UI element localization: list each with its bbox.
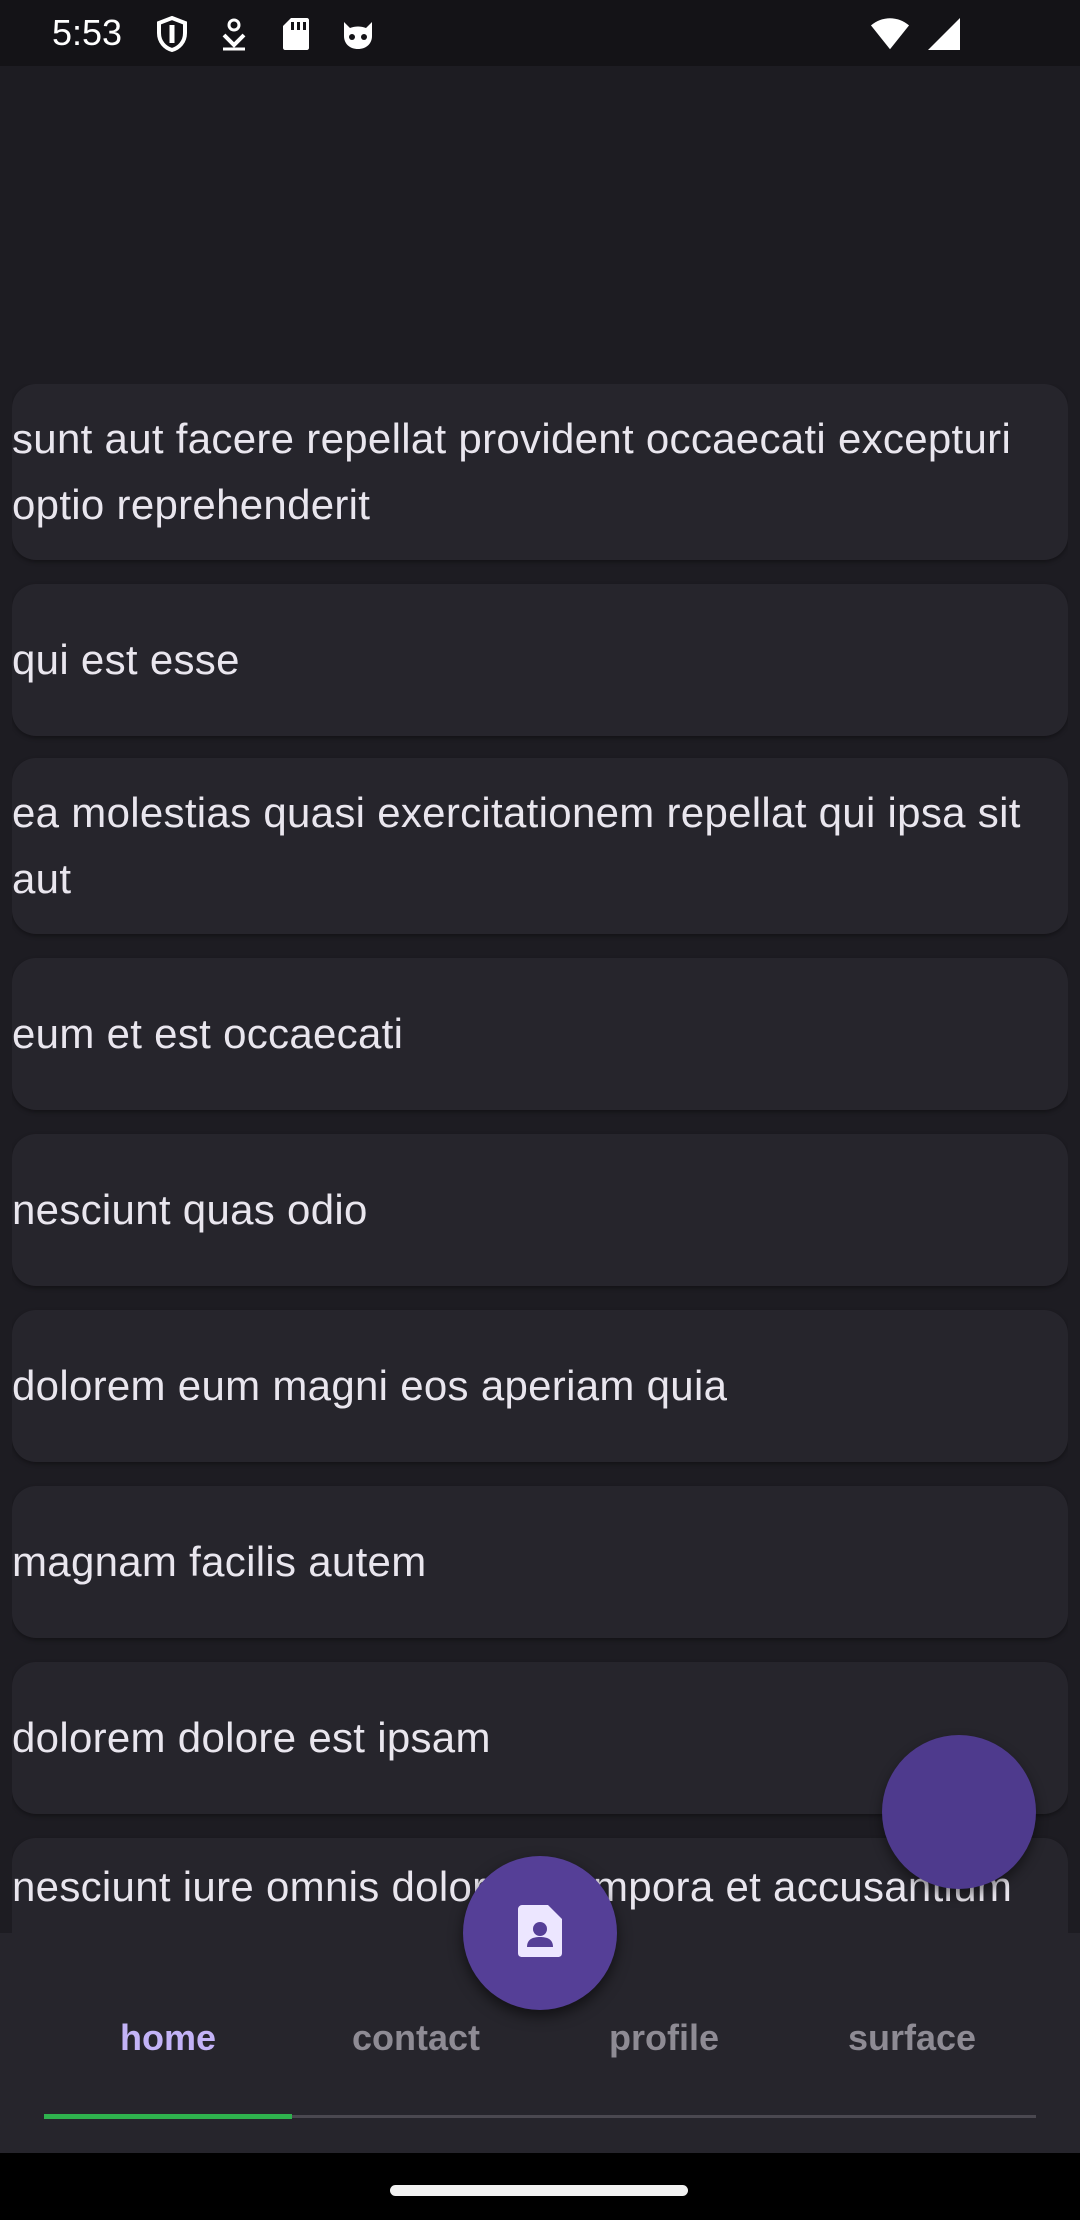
shield-icon bbox=[152, 14, 192, 54]
status-icons-right bbox=[870, 14, 964, 54]
list-item[interactable]: magnam facilis autem bbox=[12, 1486, 1068, 1638]
cat-icon bbox=[338, 14, 378, 54]
list-item[interactable]: sunt aut facere repellat provident occae… bbox=[12, 384, 1068, 560]
floating-action-button[interactable] bbox=[882, 1735, 1036, 1889]
tab-profile[interactable]: profile bbox=[540, 2017, 788, 2059]
list-item-title: nesciunt quas odio bbox=[12, 1186, 368, 1233]
list-item-title: dolorem eum magni eos aperiam quia bbox=[12, 1362, 728, 1409]
status-bar: 5:53 bbox=[0, 0, 1080, 66]
tab-surface[interactable]: surface bbox=[788, 2017, 1036, 2059]
list-item[interactable]: ea molestias quasi exercitationem repell… bbox=[12, 758, 1068, 934]
list-item-title: eum et est occaecati bbox=[12, 1010, 404, 1057]
post-list[interactable]: sunt aut facere repellat provident occae… bbox=[12, 384, 1068, 1934]
home-gesture-handle[interactable] bbox=[390, 2185, 688, 2196]
wifi-icon bbox=[870, 14, 910, 54]
list-item-title: sunt aut facere repellat provident occae… bbox=[12, 415, 1012, 528]
tab-indicator bbox=[44, 2114, 292, 2119]
list-item-title: qui est esse bbox=[12, 636, 240, 683]
list-item-title: ea molestias quasi exercitationem repell… bbox=[12, 789, 1021, 902]
tab-contact[interactable]: contact bbox=[292, 2017, 540, 2059]
list-item[interactable]: dolorem eum magni eos aperiam quia bbox=[12, 1310, 1068, 1462]
signal-icon bbox=[924, 14, 964, 54]
download-icon bbox=[214, 14, 254, 54]
sd-card-icon bbox=[276, 14, 316, 54]
list-item[interactable]: nesciunt quas odio bbox=[12, 1134, 1068, 1286]
status-icons-left bbox=[152, 14, 378, 54]
tab-home[interactable]: home bbox=[44, 2017, 292, 2059]
contact-page-button[interactable] bbox=[463, 1856, 617, 2010]
status-time: 5:53 bbox=[52, 12, 123, 53]
app-screen: 5:53 sunt aut facere repellat provident … bbox=[0, 0, 1080, 2220]
list-item-title: magnam facilis autem bbox=[12, 1538, 427, 1585]
list-item-title: dolorem dolore est ipsam bbox=[12, 1714, 491, 1761]
list-item[interactable]: eum et est occaecati bbox=[12, 958, 1068, 1110]
contact-page-icon bbox=[516, 1903, 564, 1964]
gesture-navigation-bar bbox=[0, 2153, 1080, 2220]
list-item[interactable]: qui est esse bbox=[12, 584, 1068, 736]
